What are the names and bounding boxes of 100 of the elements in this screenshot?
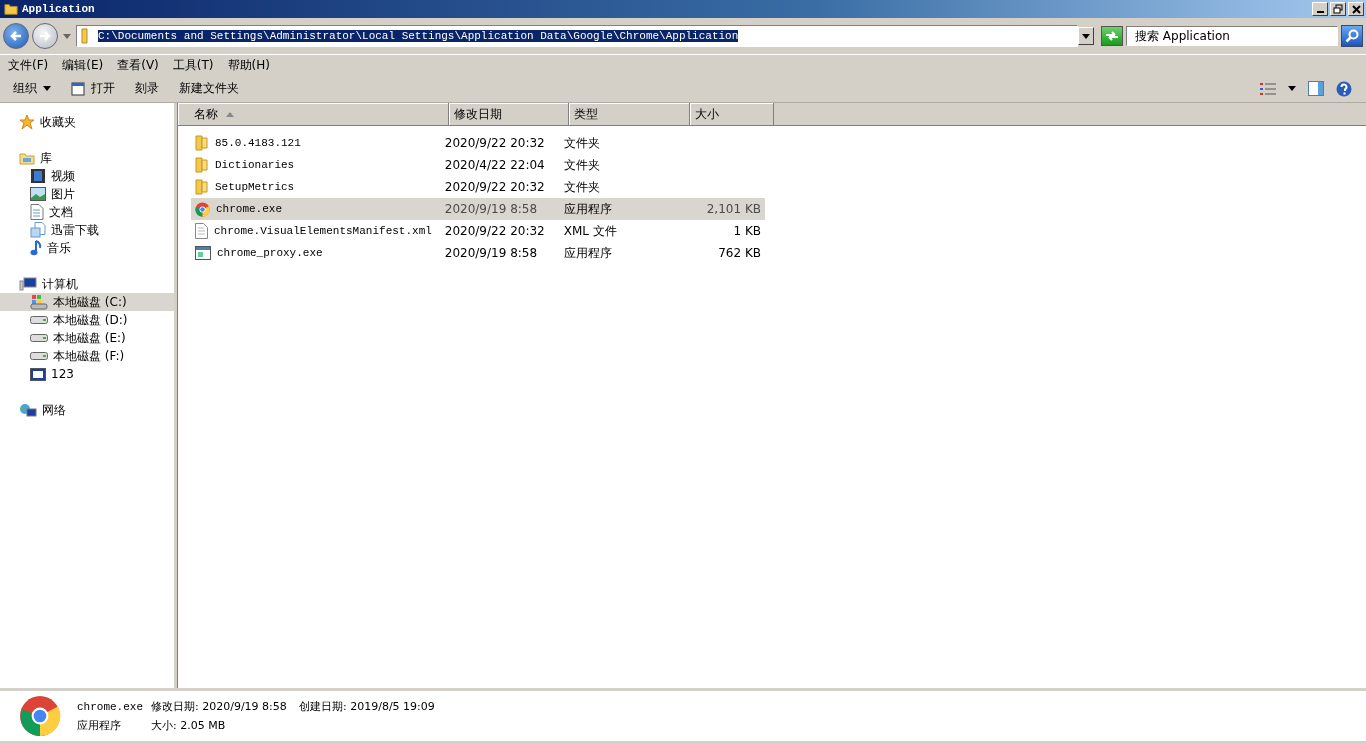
close-icon <box>1351 4 1361 14</box>
preview-pane-icon[interactable] <box>1308 81 1324 96</box>
address-field[interactable]: C:\Documents and Settings\Administrator\Local Settings\Application Data\Google\Chrome\Application <box>76 25 1078 47</box>
nav-item[interactable]: 迅雷下载 <box>0 221 174 239</box>
modified-date: 修改日期: 2020/9/19 8:58 <box>151 699 288 714</box>
file-row[interactable]: SetupMetrics 2020/9/22 20:32 文件夹 <box>191 176 765 198</box>
nav-item[interactable]: 本地磁盘 (F:) <box>0 347 174 365</box>
chrome-logo-icon <box>195 201 210 217</box>
folder-icon <box>195 157 209 173</box>
forward-arrow-icon <box>38 30 52 42</box>
nav-item[interactable]: 计算机 <box>0 275 174 293</box>
toolbar-button[interactable]: 刻录 <box>128 78 166 99</box>
view-list-icon[interactable] <box>1260 82 1276 95</box>
window-icon <box>71 81 85 96</box>
minimize-button[interactable] <box>1312 2 1328 16</box>
menu-item[interactable]: 帮助(H) <box>227 56 270 74</box>
document-icon <box>30 204 44 220</box>
file-name: Dictionaries <box>215 159 295 171</box>
forward-button[interactable] <box>32 23 58 49</box>
menu-item[interactable]: 编辑(E) <box>62 56 104 74</box>
file-name: 85.0.4183.121 <box>215 137 301 149</box>
close-button[interactable] <box>1348 2 1364 16</box>
restore-button[interactable] <box>1330 2 1346 16</box>
computer-icon <box>19 277 37 291</box>
back-button[interactable] <box>3 23 29 49</box>
nav-item[interactable]: 123 <box>0 365 174 383</box>
search-icon <box>1345 29 1359 43</box>
column-header[interactable]: 修改日期 <box>449 103 569 125</box>
menu-item[interactable]: 查看(V) <box>117 56 159 74</box>
documents-icon <box>30 222 46 238</box>
toolbar-button[interactable]: 组织 <box>6 78 58 99</box>
file-row[interactable]: chrome_proxy.exe 2020/9/19 8:58 应用程序 762 KB <box>191 242 765 264</box>
search-button[interactable] <box>1341 25 1363 47</box>
file-size: 762 KB <box>718 246 761 260</box>
refresh-button[interactable] <box>1101 26 1123 46</box>
file-type: 文件夹 <box>563 156 600 174</box>
caret-icon[interactable] <box>1288 86 1296 91</box>
chrome-logo-icon <box>19 695 61 737</box>
drive-icon <box>30 352 48 360</box>
created-date: 创建日期: 2019/8/5 19:09 <box>299 699 435 714</box>
folder-icon <box>195 179 209 195</box>
nav-item[interactable]: 图片 <box>0 185 174 203</box>
file-name: chrome_proxy.exe <box>217 247 323 259</box>
nav-item[interactable]: 音乐 <box>0 239 174 257</box>
minimize-icon <box>1316 10 1324 13</box>
nav-item[interactable]: 本地磁盘 (E:) <box>0 329 174 347</box>
file-type: XML 文件 <box>563 222 617 240</box>
restore-icon <box>1333 4 1343 14</box>
network-globe-icon <box>19 402 37 418</box>
folder-icon <box>195 135 209 151</box>
file-size: 大小: 2.05 MB <box>151 718 227 733</box>
monitor-icon <box>30 367 46 381</box>
drive-icon <box>30 334 48 342</box>
file-row[interactable]: Dictionaries 2020/4/22 22:04 文件夹 <box>191 154 765 176</box>
caret-icon <box>43 86 51 91</box>
folder-icon <box>19 151 35 165</box>
nav-item[interactable]: 视频 <box>0 167 174 185</box>
file-size: 1 KB <box>733 224 761 238</box>
toolbar-button[interactable]: 打开 <box>64 78 122 99</box>
back-arrow-icon <box>9 30 23 42</box>
menu-item[interactable]: 文件(F) <box>8 56 49 74</box>
refresh-arrows-icon <box>1105 30 1119 42</box>
toolbar-button[interactable]: 新建文件夹 <box>172 78 246 99</box>
nav-item[interactable]: 本地磁盘 (C:) <box>0 293 174 311</box>
window-title: Application <box>22 3 95 15</box>
search-field[interactable]: 搜索 Application <box>1126 26 1338 46</box>
help-icon[interactable] <box>1336 80 1352 97</box>
nav-item[interactable]: 网络 <box>0 401 174 419</box>
file-size: 2,101 KB <box>706 202 761 216</box>
modified-date: 2020/9/22 20:32 <box>444 136 545 150</box>
modified-date: 2020/9/19 8:58 <box>444 202 538 216</box>
file-name: chrome.exe <box>216 203 282 215</box>
modified-date: 2020/4/22 22:04 <box>444 158 545 172</box>
file-name: SetupMetrics <box>215 181 295 193</box>
nav-item[interactable]: 库 <box>0 149 174 167</box>
column-header[interactable]: 大小 <box>690 103 774 125</box>
music-note-icon <box>30 240 42 256</box>
folder-icon <box>4 2 18 16</box>
column-header[interactable]: 类型 <box>569 103 690 125</box>
file-name: chrome.exe <box>77 701 143 713</box>
file-row[interactable]: 85.0.4183.121 2020/9/22 20:32 文件夹 <box>191 132 765 154</box>
file-type: 文件夹 <box>563 178 600 196</box>
nav-item[interactable]: 文档 <box>0 203 174 221</box>
file-name: chrome.VisualElementsManifest.xml <box>214 225 432 237</box>
column-header[interactable]: 名称 <box>178 103 449 125</box>
drive-icon <box>30 316 48 324</box>
modified-date: 2020/9/19 8:58 <box>444 246 538 260</box>
nav-item[interactable]: 收藏夹 <box>0 113 174 131</box>
file-row[interactable]: chrome.exe 2020/9/19 8:58 应用程序 2,101 KB <box>191 198 765 220</box>
file-type: 应用程序 <box>563 244 612 262</box>
film-icon <box>30 168 46 184</box>
document-icon <box>195 223 208 239</box>
file-type: 应用程序 <box>563 200 612 218</box>
program-window-icon <box>195 246 211 260</box>
file-type: 应用程序 <box>77 718 122 733</box>
dropdown-button[interactable] <box>1078 27 1094 45</box>
menu-item[interactable]: 工具(T) <box>172 56 214 74</box>
file-row[interactable]: chrome.VisualElementsManifest.xml 2020/9/22 20:32 XML 文件 1 KB <box>191 220 765 242</box>
nav-item[interactable]: 本地磁盘 (D:) <box>0 311 174 329</box>
picture-icon <box>30 187 46 201</box>
